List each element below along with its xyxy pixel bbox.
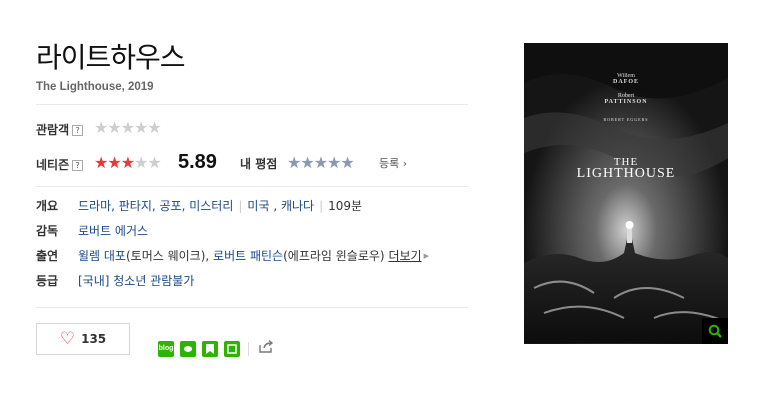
divider bbox=[248, 341, 249, 356]
chevron-right-icon: › bbox=[399, 157, 408, 170]
genre-link[interactable]: 드라마, 판타지, 공포, 미스터리 bbox=[78, 199, 233, 213]
movie-title: 라이트하우스 bbox=[36, 41, 186, 74]
director-label: 감독 bbox=[36, 224, 59, 238]
rating-grade-line: [국내] 청소년 관람불가 bbox=[78, 272, 194, 289]
share-bar: blog bbox=[158, 339, 274, 358]
triangle-right-icon: ▶ bbox=[423, 252, 429, 260]
netizen-rating-label: 네티즌? bbox=[36, 156, 84, 173]
divider bbox=[36, 307, 468, 308]
zoom-icon[interactable] bbox=[702, 318, 728, 344]
divider bbox=[36, 104, 468, 105]
cast-link[interactable]: 로버트 패틴슨 bbox=[213, 249, 283, 263]
like-count: 135 bbox=[81, 332, 107, 346]
movie-subtitle: The Lighthouse, 2019 bbox=[36, 81, 154, 93]
bookmark-icon[interactable] bbox=[202, 340, 218, 357]
netizen-score: 5.89 bbox=[178, 151, 217, 173]
overview-line: 드라마, 판타지, 공포, 미스터리 | 미국 , 캐나다 | 109분 bbox=[78, 199, 363, 213]
my-rating-label: 내 평점 bbox=[240, 157, 278, 171]
director-link[interactable]: 로버트 에거스 bbox=[78, 224, 148, 238]
netizen-stars: ★★★★★ bbox=[94, 153, 162, 172]
poster-title: THE LIGHTHOUSE bbox=[576, 156, 676, 181]
like-button[interactable]: ♡ 135 bbox=[36, 323, 130, 355]
blog-icon[interactable]: blog bbox=[158, 340, 174, 357]
help-icon[interactable]: ? bbox=[72, 160, 84, 171]
movie-poster[interactable]: Willem DAFOE Robert PATTINSON ROBERT EGG… bbox=[524, 43, 728, 344]
audience-rating-label: 관람객? bbox=[36, 121, 84, 138]
overview-label: 개요 bbox=[36, 199, 59, 213]
help-icon[interactable]: ? bbox=[72, 125, 84, 136]
divider bbox=[36, 186, 468, 187]
more-cast-link[interactable]: 더보기 bbox=[388, 249, 421, 263]
register-rating-link[interactable]: 등록 › bbox=[379, 155, 407, 171]
note-icon[interactable] bbox=[224, 340, 240, 357]
audience-stars: ★★★★★ bbox=[94, 118, 162, 137]
share-export-icon[interactable] bbox=[258, 339, 274, 358]
cast-link[interactable]: 윌렘 대포 bbox=[78, 249, 126, 263]
runtime: 109분 bbox=[328, 199, 363, 213]
rating-grade-label: 등급 bbox=[36, 274, 59, 288]
rating-grade-link[interactable]: [국내] 청소년 관람불가 bbox=[78, 274, 194, 288]
country-link[interactable]: 미국 , 캐나다 bbox=[247, 199, 314, 213]
heart-icon: ♡ bbox=[59, 328, 76, 349]
cast-line: 윌렘 대포(토머스 웨이크), 로버트 패틴슨(에프라임 윈슬로우) 더보기 ▶ bbox=[78, 249, 429, 263]
cast-label: 출연 bbox=[36, 249, 59, 263]
my-rating-stars[interactable]: ★★★★★ bbox=[287, 155, 355, 171]
director-line: 로버트 에거스 bbox=[78, 222, 148, 239]
cafe-icon[interactable] bbox=[180, 340, 196, 357]
